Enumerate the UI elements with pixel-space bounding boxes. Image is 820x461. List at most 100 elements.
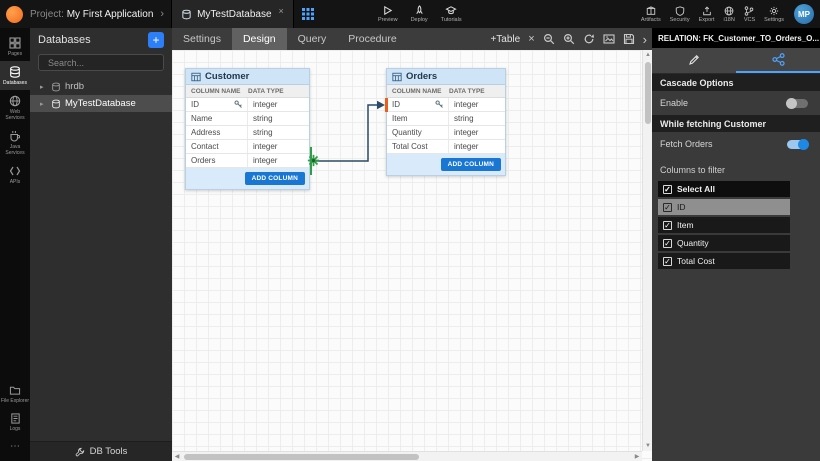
database-icon — [51, 99, 61, 109]
vertical-scroll-thumb[interactable] — [645, 62, 651, 124]
relation-connector-icon[interactable] — [307, 154, 320, 167]
filter-column-quantity[interactable]: ✓Quantity — [658, 235, 790, 251]
wavemaker-logo-icon[interactable] — [6, 6, 23, 23]
sidebar-item-file-explorer[interactable]: File Explorer — [0, 380, 30, 408]
tree-item-mytestdatabase[interactable]: ▸ MyTestDatabase — [30, 95, 172, 112]
primary-key-icon — [234, 100, 243, 109]
chevron-collapsed-icon[interactable]: ▸ — [40, 83, 47, 91]
sidebar-item-web-services[interactable]: Web Services — [0, 90, 30, 125]
settings-button[interactable]: Settings — [764, 6, 784, 23]
close-tab-icon[interactable]: × — [279, 6, 284, 16]
vcs-button[interactable]: VCS — [744, 6, 755, 23]
design-workarea: Settings Design Query Procedure +Table ×… — [172, 28, 652, 461]
tree-item-hrdb[interactable]: ▸ hrdb — [30, 78, 172, 95]
column-name: Orders — [191, 156, 215, 165]
refresh-icon[interactable] — [583, 33, 595, 45]
filter-column-total-cost[interactable]: ✓Total Cost — [658, 253, 790, 269]
er-diagram-canvas[interactable]: Customer COLUMN NAME DATA TYPE IDinteger… — [172, 50, 652, 461]
column-row-id[interactable]: IDinteger — [186, 98, 309, 112]
horizontal-scroll-thumb[interactable] — [184, 454, 419, 460]
column-row-contact[interactable]: Contactinteger — [186, 140, 309, 154]
add-column-button[interactable]: ADD COLUMN — [441, 158, 501, 171]
column-row-name[interactable]: Namestring — [186, 112, 309, 126]
preview-button[interactable]: Preview — [378, 5, 398, 23]
scroll-up-arrow[interactable]: ▲ — [643, 50, 652, 60]
checkbox[interactable]: ✓ — [663, 239, 672, 248]
preview-icon — [382, 5, 393, 16]
columns-to-filter-label: Columns to filter — [652, 156, 820, 181]
add-column-button[interactable]: ADD COLUMN — [245, 172, 305, 185]
scroll-down-arrow[interactable]: ▼ — [643, 441, 652, 451]
sidebar-item-databases[interactable]: Databases — [0, 61, 30, 90]
more-icon: ⋯ — [10, 441, 20, 453]
expand-panel-icon[interactable]: › — [643, 33, 647, 46]
add-database-button[interactable]: + — [148, 32, 164, 48]
column-row-orders[interactable]: Ordersinteger — [186, 154, 309, 168]
while-fetching-header: While fetching Customer — [652, 115, 820, 132]
chevron-collapsed-icon[interactable]: ▸ — [40, 100, 47, 108]
tab-procedure[interactable]: Procedure — [337, 28, 407, 50]
tab-relation-options[interactable] — [736, 48, 820, 73]
table-header[interactable]: Orders — [387, 69, 505, 85]
user-avatar[interactable]: MP — [794, 4, 814, 24]
checkbox[interactable]: ✓ — [663, 203, 672, 212]
column-type: integer — [248, 100, 277, 109]
checkbox[interactable]: ✓ — [663, 257, 672, 266]
filter-column-id[interactable]: ✓ID — [658, 199, 790, 215]
sidebar-item-pages[interactable]: Pages — [0, 32, 30, 61]
checkbox[interactable]: ✓ — [663, 221, 672, 230]
tab-settings[interactable]: Settings — [172, 28, 232, 50]
tab-title: MyTestDatabase — [197, 9, 271, 20]
open-document-tab[interactable]: MyTestDatabase × — [171, 0, 294, 28]
er-table-customer[interactable]: Customer COLUMN NAME DATA TYPE IDinteger… — [185, 68, 310, 190]
sidebar-item-apis[interactable]: APIs — [0, 160, 30, 189]
scroll-right-arrow[interactable]: ▶ — [632, 452, 642, 461]
tutorials-button[interactable]: Tutorials — [441, 5, 462, 23]
column-row-id[interactable]: IDinteger — [387, 98, 505, 112]
column-row-address[interactable]: Addressstring — [186, 126, 309, 140]
column-name: ID — [392, 100, 400, 109]
database-search[interactable] — [38, 54, 164, 71]
scroll-left-arrow[interactable]: ◀ — [172, 452, 182, 461]
er-table-orders[interactable]: Orders COLUMN NAME DATA TYPE IDintegerIt… — [386, 68, 506, 176]
deploy-button[interactable]: Deploy — [411, 5, 428, 23]
search-input[interactable] — [48, 58, 165, 68]
close-icon[interactable]: × — [528, 34, 534, 45]
tab-design[interactable]: Design — [232, 28, 287, 50]
tab-edit-relation[interactable] — [652, 48, 736, 73]
filter-column-item[interactable]: ✓Item — [658, 217, 790, 233]
column-row-quantity[interactable]: Quantityinteger — [387, 126, 505, 140]
horizontal-scrollbar[interactable]: ◀ ▶ — [172, 451, 642, 461]
pages-icon — [9, 37, 21, 49]
project-label: Project: — [30, 9, 64, 20]
sidebar-item-logs[interactable]: Logs — [0, 408, 30, 436]
filter-column-select-all[interactable]: ✓Select All — [658, 181, 790, 197]
table-header[interactable]: Customer — [186, 69, 309, 85]
tab-query[interactable]: Query — [287, 28, 338, 50]
checkbox[interactable]: ✓ — [663, 185, 672, 194]
sidebar-item-java-services[interactable]: Java Services — [0, 125, 30, 160]
fetch-orders-toggle[interactable] — [787, 140, 808, 149]
column-name: Item — [392, 114, 408, 123]
column-row-item[interactable]: Itemstring — [387, 112, 505, 126]
add-table-button[interactable]: +Table — [490, 34, 520, 45]
enable-toggle[interactable] — [787, 99, 808, 108]
sidebar-more-button[interactable]: ⋯ — [0, 436, 30, 461]
i18n-button[interactable]: i18N — [724, 6, 735, 23]
column-type: integer — [449, 128, 478, 137]
column-row-total-cost[interactable]: Total Costinteger — [387, 140, 505, 154]
db-tools-button[interactable]: DB Tools — [30, 441, 172, 461]
export-button[interactable]: Export — [699, 6, 715, 23]
export-image-icon[interactable] — [603, 33, 615, 45]
security-button[interactable]: Security — [670, 6, 690, 23]
chevron-right-icon[interactable]: › — [160, 8, 164, 20]
artifacts-button[interactable]: Artifacts — [641, 6, 661, 23]
zoom-out-icon[interactable] — [543, 33, 555, 45]
save-icon[interactable] — [623, 33, 635, 45]
apps-grid-icon[interactable] — [302, 8, 314, 20]
vertical-scrollbar[interactable]: ▲ ▼ — [642, 50, 652, 451]
column-name: Total Cost — [392, 142, 428, 151]
export-icon — [702, 6, 712, 16]
design-tab-bar: Settings Design Query Procedure +Table ×… — [172, 28, 652, 50]
zoom-in-icon[interactable] — [563, 33, 575, 45]
